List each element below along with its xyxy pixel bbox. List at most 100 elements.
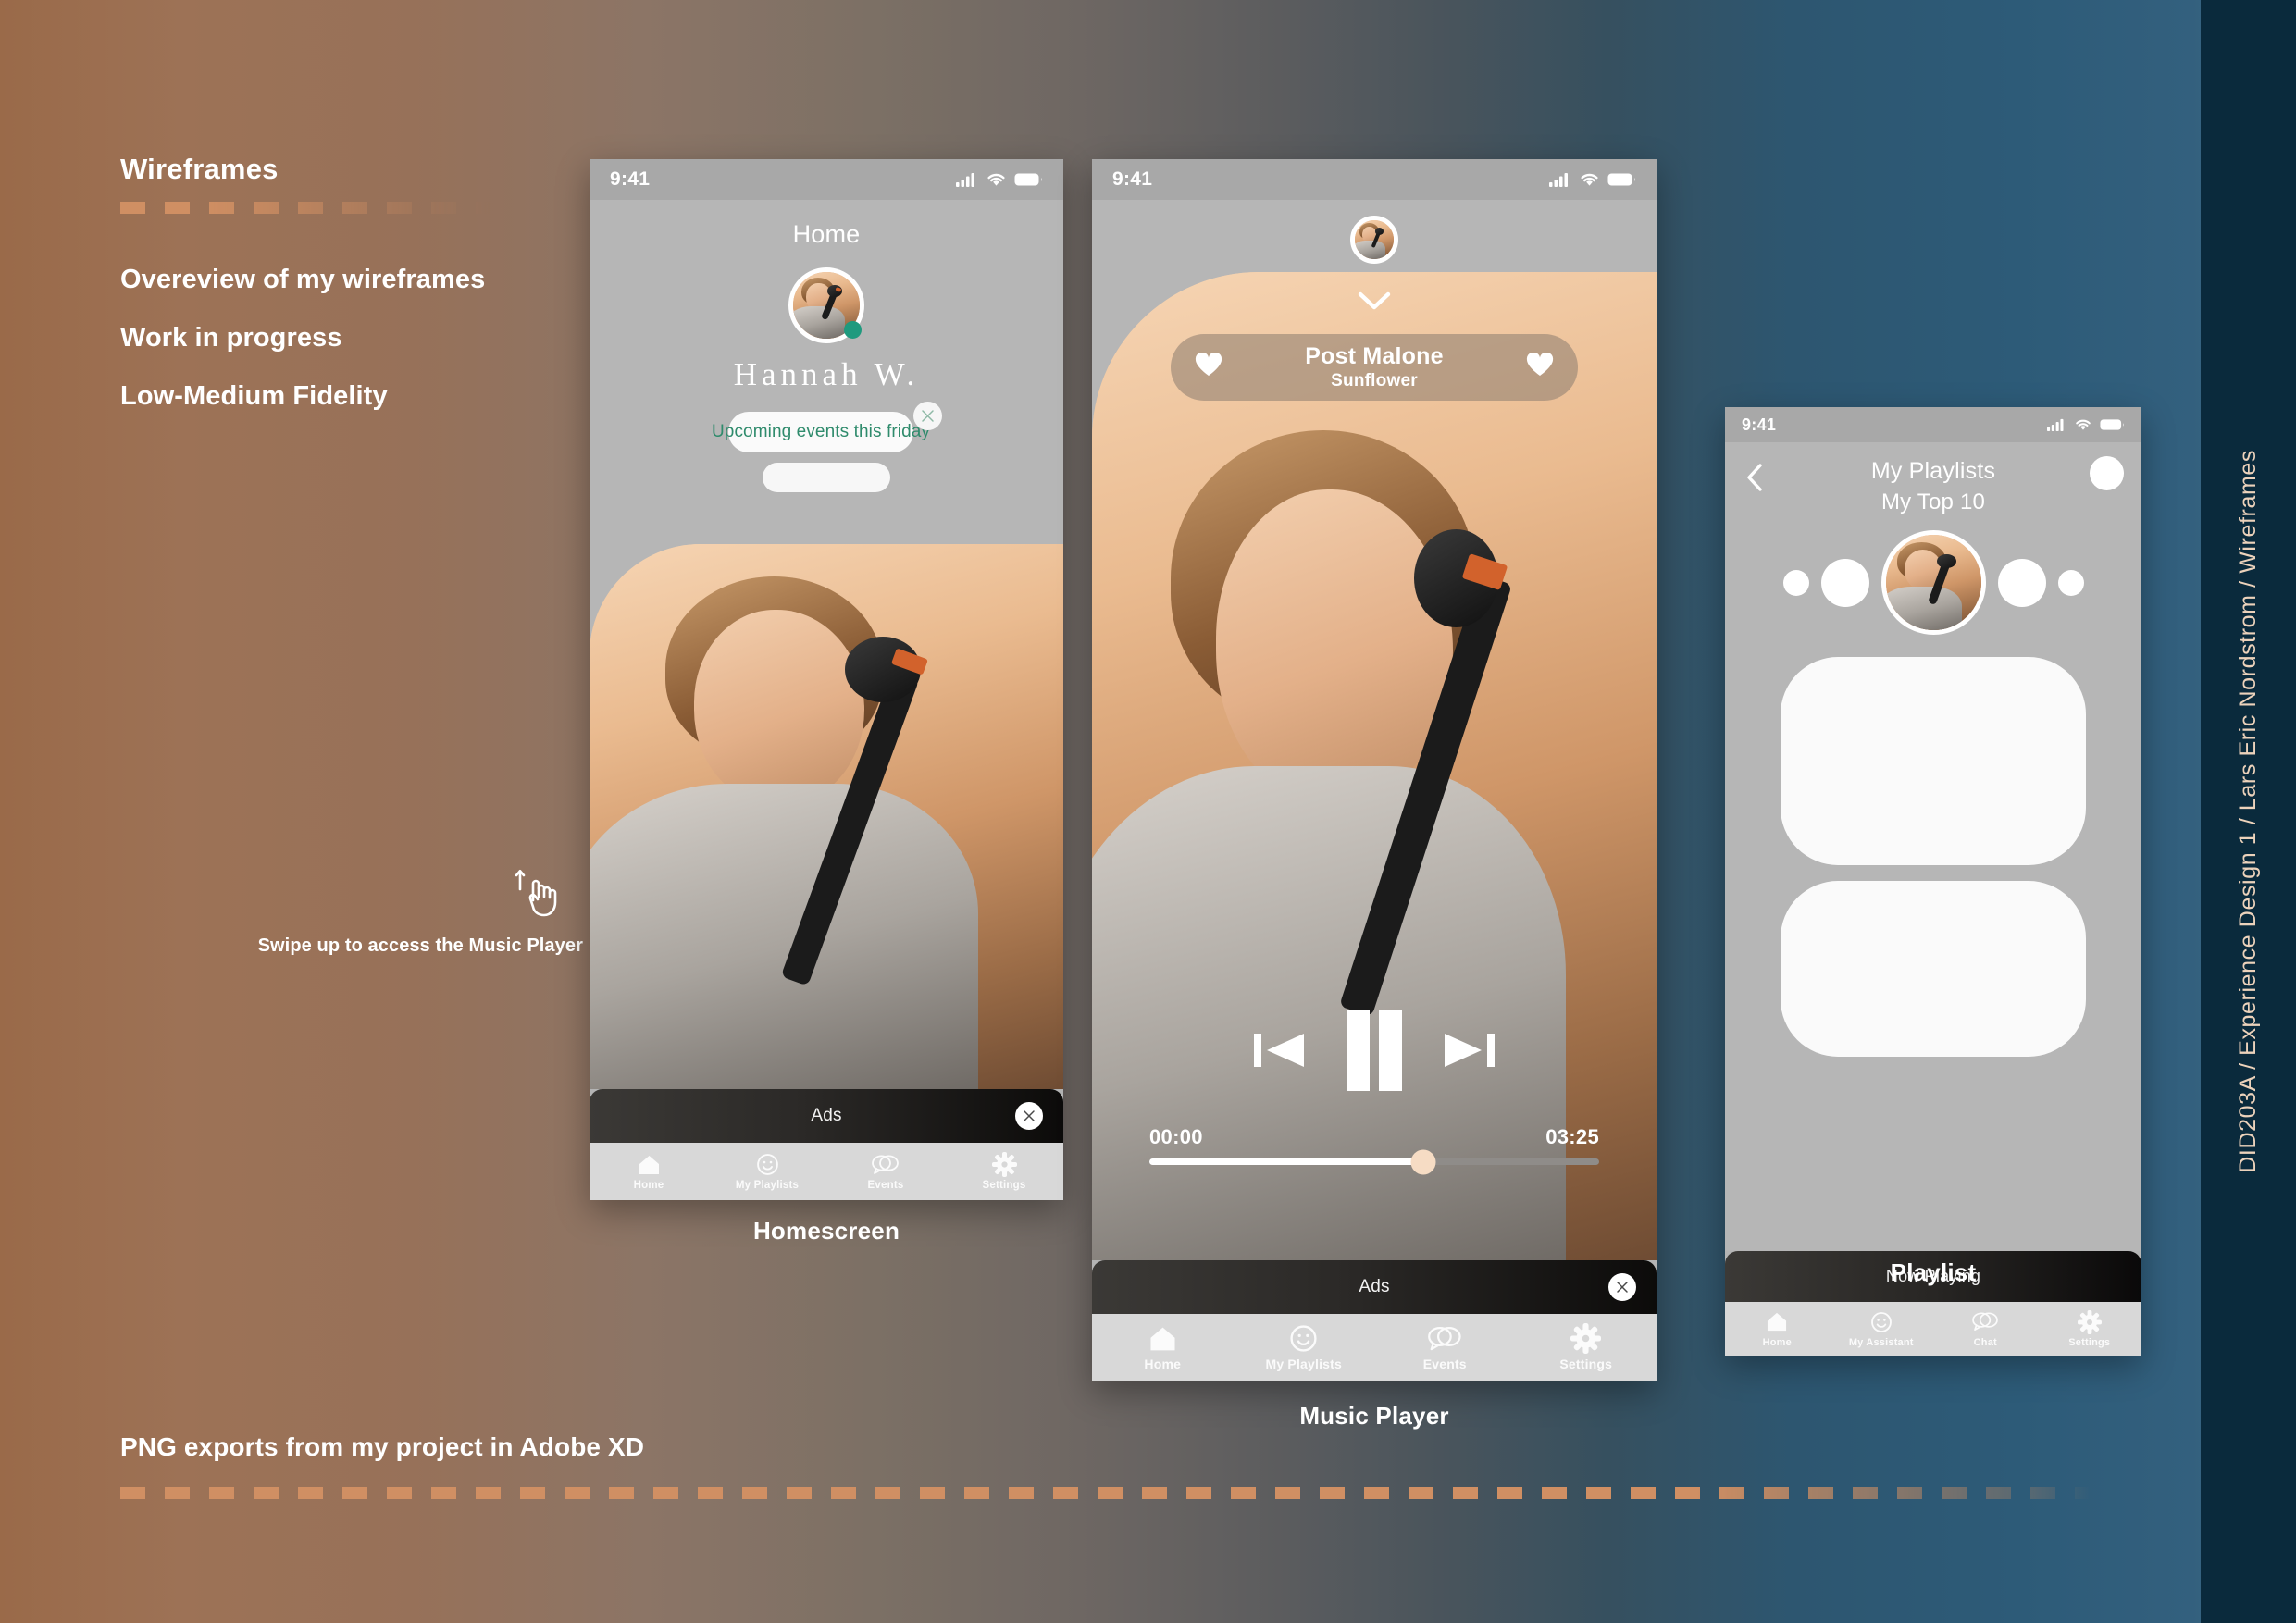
progress-knob[interactable] xyxy=(1410,1149,1436,1174)
ad-banner[interactable]: Ads xyxy=(590,1089,1063,1143)
tab-my-playlists[interactable]: My Playlists xyxy=(1234,1324,1375,1371)
playlist-subtitle: My Top 10 xyxy=(1880,489,1986,514)
wifi-icon xyxy=(2076,419,2091,430)
play-pause-button[interactable] xyxy=(1341,1010,1408,1096)
playlist-card[interactable] xyxy=(1781,657,2086,865)
mini-avatar[interactable] xyxy=(1350,216,1398,264)
tab-my-assistant[interactable]: My Assistant xyxy=(1830,1310,1934,1348)
collapse-player-button[interactable] xyxy=(1357,291,1392,316)
tab-home-label: Home xyxy=(1762,1336,1792,1348)
notification-close-button[interactable] xyxy=(913,402,942,430)
phone-music-player: 9:41 Post Malone Sunflower 00:00 03:25 A… xyxy=(1092,159,1657,1381)
carousel-dot[interactable] xyxy=(1997,558,2046,607)
chat-bubbles-icon xyxy=(872,1153,900,1177)
carousel-dot[interactable] xyxy=(1782,569,1809,596)
online-status-dot xyxy=(844,321,862,339)
battery-icon xyxy=(1014,173,1042,186)
close-icon xyxy=(922,410,934,422)
tab-events-label: Events xyxy=(1422,1356,1467,1371)
back-button[interactable] xyxy=(1745,463,1764,497)
ad-banner[interactable]: Ads xyxy=(1092,1260,1657,1314)
tab-events[interactable]: Events xyxy=(1374,1324,1516,1371)
status-bar: 9:41 xyxy=(590,159,1063,200)
carousel-active-avatar[interactable] xyxy=(1880,530,1986,635)
tab-events[interactable]: Events xyxy=(826,1153,945,1191)
playlist-card[interactable] xyxy=(1781,881,2086,1057)
course-credit-text: DID203A / Experience Design 1 / Lars Eri… xyxy=(2235,450,2261,1173)
bullet-overview: Overeview of my wireframes xyxy=(120,265,486,294)
ad-close-button[interactable] xyxy=(1608,1273,1636,1301)
playlist-title: My Playlists xyxy=(1870,458,1996,484)
notification-row: Upcoming events this friday xyxy=(712,402,942,452)
carousel-dot[interactable] xyxy=(2057,569,2084,596)
phone-homescreen: 9:41 Home Hannah W. Upcoming events this… xyxy=(590,159,1063,1200)
status-bar-icons xyxy=(956,172,1043,187)
playlist-header: My Playlists My Top 10 xyxy=(1725,442,2141,515)
footer: PNG exports from my project in Adobe XD xyxy=(120,1432,2091,1499)
tab-settings-label: Settings xyxy=(2068,1336,2111,1348)
featured-photo xyxy=(590,544,1063,1089)
playlist-screen: 9:41 My Playlists My Top 10 Now Playing … xyxy=(1725,407,2141,1356)
previous-track-button[interactable] xyxy=(1248,1022,1309,1083)
tab-my-playlists-label: My Playlists xyxy=(735,1179,800,1191)
bullet-fidelity: Low-Medium Fidelity xyxy=(120,381,388,411)
track-song: Sunflower xyxy=(1331,371,1418,390)
status-bar-time: 9:41 xyxy=(1742,415,1777,434)
playback-controls xyxy=(1092,1010,1657,1096)
page-title: Wireframes xyxy=(120,153,279,185)
tab-settings-label: Settings xyxy=(982,1179,1026,1191)
caption-music-player: Music Player xyxy=(1299,1402,1449,1430)
tab-settings[interactable]: Settings xyxy=(945,1152,1063,1191)
tab-settings[interactable]: Settings xyxy=(2038,1309,2142,1348)
homescreen-screen: 9:41 Home Hannah W. Upcoming events this… xyxy=(590,159,1063,1200)
profile-avatar-wrap[interactable] xyxy=(788,267,864,343)
album-art xyxy=(1092,272,1657,1260)
music-player-screen: 9:41 Post Malone Sunflower 00:00 03:25 A… xyxy=(1092,159,1657,1381)
duration-time: 03:25 xyxy=(1545,1125,1599,1148)
gear-icon xyxy=(1570,1323,1602,1354)
track-artist: Post Malone xyxy=(1305,343,1444,369)
tab-home[interactable]: Home xyxy=(1092,1324,1234,1371)
chat-bubbles-icon xyxy=(1427,1324,1462,1354)
tab-home[interactable]: Home xyxy=(1725,1310,1830,1348)
tab-chat[interactable]: Chat xyxy=(1933,1310,2038,1348)
home-icon xyxy=(1766,1310,1788,1334)
avatar[interactable] xyxy=(1350,216,1398,264)
profile-button[interactable] xyxy=(2090,456,2124,490)
caption-homescreen: Homescreen xyxy=(752,1217,900,1245)
track-info-pill: Post Malone Sunflower xyxy=(1171,334,1578,401)
avatar-photo xyxy=(1355,220,1394,259)
ad-close-button[interactable] xyxy=(1015,1102,1043,1130)
playlist-body: My Playlists My Top 10 xyxy=(1725,442,2141,1251)
smiley-icon xyxy=(1870,1310,1893,1334)
smiley-icon xyxy=(1289,1324,1318,1354)
battery-icon xyxy=(2100,419,2124,430)
heart-icon[interactable] xyxy=(1195,352,1222,382)
status-bar: 9:41 xyxy=(1092,159,1657,200)
carousel-dot[interactable] xyxy=(1820,558,1869,607)
events-notification-banner[interactable]: Upcoming events this friday xyxy=(712,412,930,452)
tab-settings[interactable]: Settings xyxy=(1516,1323,1657,1371)
elapsed-time: 00:00 xyxy=(1149,1125,1203,1148)
placeholder-pill[interactable] xyxy=(763,463,890,492)
featured-photo-card[interactable] xyxy=(590,544,1063,1089)
progress-slider[interactable] xyxy=(1149,1149,1599,1174)
heart-icon[interactable] xyxy=(1526,352,1554,382)
course-credit-label: DID203A / Experience Design 1 / Lars Eri… xyxy=(2201,0,2296,1623)
status-bar-icons xyxy=(2047,418,2125,431)
tab-my-assistant-label: My Assistant xyxy=(1848,1336,1914,1348)
footer-text: PNG exports from my project in Adobe XD xyxy=(120,1432,645,1461)
tab-home[interactable]: Home xyxy=(590,1153,708,1191)
tab-my-playlists[interactable]: My Playlists xyxy=(708,1153,826,1191)
ad-banner-label: Ads xyxy=(811,1106,842,1125)
title-dashed-divider xyxy=(120,202,490,214)
ad-banner-label: Ads xyxy=(1359,1277,1390,1296)
progress-section: 00:00 03:25 xyxy=(1149,1125,1599,1174)
homescreen-body: Home Hannah W. Upcoming events this frid… xyxy=(590,200,1063,1089)
swipe-hint-text: Swipe up to access the Music Player xyxy=(257,935,583,956)
track-text: Post Malone Sunflower xyxy=(1222,343,1526,391)
next-track-button[interactable] xyxy=(1439,1022,1500,1083)
caption-playlist: Playlist xyxy=(1890,1258,1977,1286)
progress-fill xyxy=(1149,1158,1424,1165)
bullet-work-in-progress: Work in progress xyxy=(120,323,342,353)
